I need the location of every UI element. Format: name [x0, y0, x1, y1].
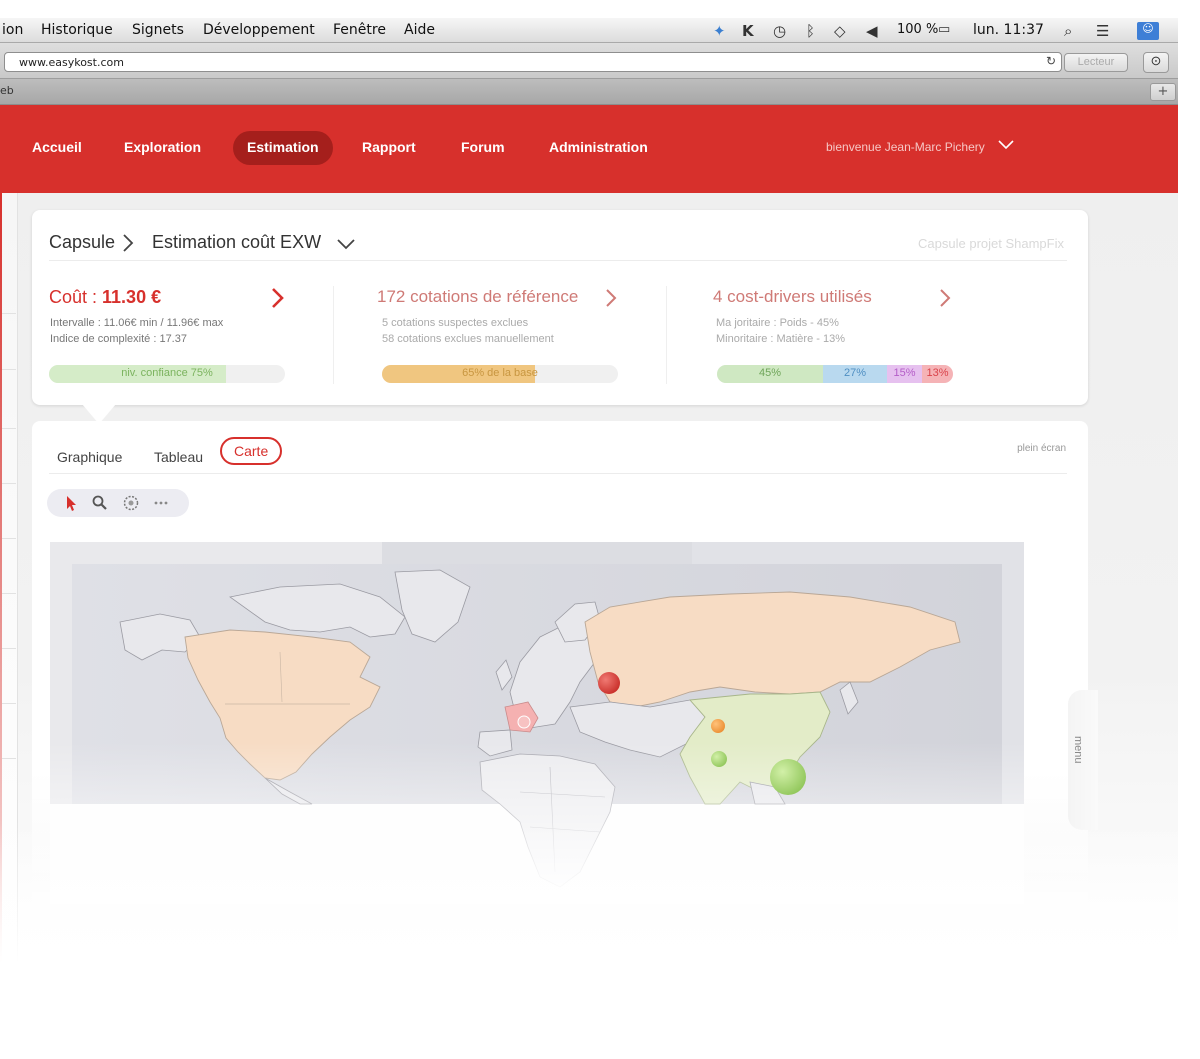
menu-item-file[interactable]: ion	[2, 22, 23, 38]
menu-item-develop[interactable]: Développement	[203, 22, 315, 38]
url-text: www.easykost.com	[19, 56, 124, 69]
battery-percent: 100 %	[897, 22, 939, 37]
cost-value: 11.30 €	[102, 287, 162, 307]
welcome-user[interactable]: bienvenue Jean-Marc Pichery	[826, 140, 985, 154]
breadcrumb-capsule[interactable]: Capsule	[49, 232, 115, 253]
rail-tick	[2, 428, 16, 429]
app-navbar: Accueil Exploration Estimation Rapport F…	[0, 105, 1178, 193]
address-bar[interactable]: www.easykost.com	[4, 52, 1062, 72]
chevron-right-icon	[123, 234, 134, 252]
battery-icon[interactable]: ▭	[938, 22, 950, 37]
pan-hand-icon[interactable]	[121, 493, 141, 513]
driver-segment[interactable]: 45%	[717, 365, 823, 383]
nav-estimation[interactable]: Estimation	[233, 131, 333, 165]
rail-tick	[2, 593, 16, 594]
drivers-title[interactable]: 4 cost-drivers utilisés	[713, 287, 872, 307]
nav-exploration[interactable]: Exploration	[124, 139, 201, 155]
rail-tick	[2, 703, 16, 704]
zoom-icon[interactable]	[90, 493, 110, 513]
chevron-right-icon[interactable]	[270, 286, 286, 310]
bubble-france[interactable]	[517, 715, 531, 729]
drivers-minor: Minoritaire : Matière - 13%	[716, 333, 845, 345]
tab-tableau[interactable]: Tableau	[154, 449, 203, 465]
rail-tick	[2, 483, 16, 484]
bubble-china-west[interactable]	[711, 719, 725, 733]
drivers-bar: 45% 27% 15% 13%	[717, 365, 953, 383]
k-app-icon[interactable]: K	[742, 22, 754, 40]
chevron-right-icon[interactable]	[604, 286, 620, 310]
new-tab-button[interactable]: +	[1150, 83, 1176, 101]
rail-tick	[2, 369, 16, 370]
cost-title[interactable]: Coût : 11.30 €	[49, 287, 161, 308]
column-separator	[666, 286, 667, 384]
driver-segment[interactable]: 13%	[922, 365, 953, 383]
finder-icon[interactable]: ☺	[1137, 22, 1159, 40]
cost-complexity: Indice de complexité : 17.37	[50, 333, 187, 345]
chevron-right-icon[interactable]	[938, 286, 954, 310]
mac-menubar: ion Historique Signets Développement Fen…	[0, 18, 1178, 43]
drivers-major: Ma joritaire : Poids - 45%	[716, 317, 839, 329]
divider	[49, 473, 1067, 474]
chevron-down-icon[interactable]	[996, 135, 1016, 155]
bubble-china-central[interactable]	[711, 751, 727, 767]
reload-icon[interactable]: ↻	[1046, 54, 1056, 68]
estimation-summary-card: Capsule Estimation coût EXW Capsule proj…	[32, 210, 1088, 405]
volume-icon[interactable]: ◀	[866, 22, 878, 40]
bluetooth-icon[interactable]: ᛒ	[806, 22, 815, 40]
divider	[49, 260, 1067, 261]
tab-carte[interactable]: Carte	[220, 437, 283, 465]
driver-segment[interactable]: 15%	[887, 365, 922, 383]
breadcrumb-estimation[interactable]: Estimation coût EXW	[152, 232, 321, 253]
nav-administration[interactable]: Administration	[549, 139, 648, 155]
confidence-bar: niv. confiance 75%	[49, 365, 285, 383]
browser-tab[interactable]: eb	[0, 84, 14, 97]
browser-toolbar: www.easykost.com ↻ Lecteur ⊙	[0, 43, 1178, 79]
menubar-clock[interactable]: lun. 11:37	[973, 22, 1044, 38]
bubble-russia[interactable]	[598, 672, 620, 694]
tab-graphique[interactable]: Graphique	[57, 449, 122, 465]
spotlight-icon[interactable]: ⌕	[1064, 22, 1072, 40]
downloads-icon[interactable]: ⊙	[1143, 52, 1169, 73]
menu-item-history[interactable]: Historique	[41, 22, 113, 38]
fullscreen-link[interactable]: plein écran	[1017, 443, 1066, 454]
quotes-manual: 58 cotations exclues manuellement	[382, 333, 554, 345]
dropbox-icon[interactable]: ✦	[713, 22, 726, 40]
nav-rapport[interactable]: Rapport	[362, 139, 416, 155]
confidence-label: niv. confiance 75%	[121, 367, 213, 379]
side-menu-tab[interactable]: menu	[1068, 690, 1098, 830]
base-bar: 65% de la base	[382, 365, 618, 383]
time-machine-icon[interactable]: ◷	[773, 22, 786, 40]
rail-tick	[2, 538, 16, 539]
cost-label: Coût :	[49, 287, 103, 307]
menu-item-bookmarks[interactable]: Signets	[132, 22, 184, 38]
driver-segment[interactable]: 27%	[823, 365, 887, 383]
wifi-icon[interactable]: ◇	[834, 22, 846, 40]
quotes-suspect: 5 cotations suspectes exclues	[382, 317, 529, 329]
map-toolbar	[47, 489, 189, 517]
tab-bar: eb +	[0, 79, 1178, 105]
list-icon[interactable]: ☰	[1096, 22, 1109, 40]
reader-button[interactable]: Lecteur	[1064, 53, 1128, 72]
bubble-china-south[interactable]	[770, 759, 806, 795]
chevron-down-icon[interactable]	[335, 234, 357, 254]
base-label: 65% de la base	[462, 367, 538, 379]
rail-tick	[2, 758, 16, 759]
rail-tick	[2, 313, 16, 314]
project-name: Capsule projet ShampFix	[918, 236, 1064, 251]
nav-accueil[interactable]: Accueil	[32, 139, 82, 155]
nav-forum[interactable]: Forum	[461, 139, 505, 155]
quotes-title[interactable]: 172 cotations de référence	[377, 287, 578, 307]
column-separator	[333, 286, 334, 384]
cost-interval: Intervalle : 11.06€ min / 11.96€ max	[50, 317, 224, 329]
rail-tick	[2, 648, 16, 649]
bottom-reflection-fade	[0, 820, 1200, 1059]
side-menu-label: menu	[1072, 736, 1084, 764]
more-icon[interactable]	[151, 493, 171, 513]
cursor-icon[interactable]	[61, 493, 81, 513]
menu-item-help[interactable]: Aide	[404, 22, 435, 38]
menu-item-window[interactable]: Fenêtre	[333, 22, 386, 38]
